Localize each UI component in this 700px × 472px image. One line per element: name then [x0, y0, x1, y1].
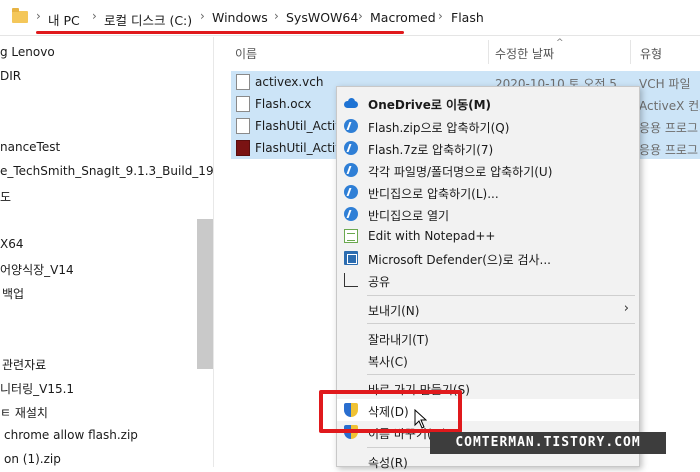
bandizip-icon: [344, 141, 358, 155]
menu-item-bandizip-compress[interactable]: 반디집으로 압축하기(L)...: [337, 181, 639, 203]
nav-item[interactable]: ㅌ 재설치: [0, 404, 48, 422]
file-type: VCH 파일: [639, 77, 691, 91]
mouse-cursor-icon: [414, 408, 428, 432]
file-name: FlashUtil_Activ: [255, 119, 343, 133]
nav-item[interactable]: nanceTest: [0, 140, 60, 158]
nav-item[interactable]: 니터링_V15.1: [0, 380, 74, 398]
column-divider[interactable]: [488, 40, 489, 64]
breadcrumb-macromed[interactable]: Macromed: [370, 10, 436, 25]
nav-scrollbar-thumb[interactable]: [197, 219, 213, 369]
ocx-icon: [236, 96, 250, 112]
column-header-name[interactable]: 이름: [235, 45, 257, 62]
breadcrumb-windows[interactable]: Windows: [212, 10, 268, 25]
menu-item-zip[interactable]: Flash.zip으로 압축하기(Q): [337, 115, 639, 137]
menu-divider: [367, 323, 635, 324]
chevron-right-icon: ›: [92, 9, 97, 23]
delete-highlight-box: [319, 390, 462, 433]
chevron-right-icon: ›: [438, 9, 443, 23]
nav-item[interactable]: DIR: [0, 69, 21, 87]
menu-item-label: 속성(R): [368, 456, 408, 470]
menu-item-label: Flash.7z로 압축하기(7): [368, 143, 494, 157]
menu-item-label: 각각 파일명/폴더명으로 압축하기(U): [368, 165, 553, 179]
file-name: activex.vch: [255, 75, 324, 89]
menu-item-label: Microsoft Defender(으)로 검사...: [368, 253, 551, 267]
chevron-right-icon: ›: [200, 9, 205, 23]
breadcrumb-this-pc[interactable]: 내 PC: [48, 10, 80, 29]
nav-item[interactable]: 관련자료: [2, 356, 46, 374]
chevron-right-icon: ›: [623, 301, 629, 316]
share-icon: [344, 273, 358, 287]
menu-item-label: 잘라내기(T): [368, 333, 429, 347]
file-icon: [236, 118, 250, 134]
file-type: ActiveX 컨트: [639, 99, 700, 113]
menu-item-label: 공유: [368, 275, 391, 289]
nav-item[interactable]: 백업: [2, 285, 24, 303]
menu-item-copy[interactable]: 복사(C): [337, 349, 639, 371]
folder-icon: [12, 8, 28, 23]
menu-item-cut[interactable]: 잘라내기(T): [337, 327, 639, 349]
menu-divider: [367, 374, 635, 375]
file-type: 응용 프로그: [639, 143, 699, 157]
breadcrumb-flash[interactable]: Flash: [451, 10, 484, 25]
defender-icon: [344, 251, 358, 265]
column-divider[interactable]: [630, 40, 631, 64]
chevron-right-icon: ›: [274, 9, 279, 23]
breadcrumb-local-disk[interactable]: 로컬 디스크 (C:): [104, 10, 192, 29]
menu-item-7z[interactable]: Flash.7z로 압축하기(7): [337, 137, 639, 159]
nav-item[interactable]: on (1).zip: [4, 452, 61, 467]
menu-item-label: Flash.zip으로 압축하기(Q): [368, 121, 510, 135]
menu-item-defender[interactable]: Microsoft Defender(으)로 검사...: [337, 247, 639, 269]
file-icon: [236, 74, 250, 90]
bandizip-icon: [344, 119, 358, 133]
bandizip-icon: [344, 207, 358, 221]
address-highlight-underline: [36, 31, 404, 34]
nav-item[interactable]: chrome allow flash.zip: [4, 428, 138, 446]
sort-caret-icon: ^: [556, 38, 564, 48]
menu-item-compress-each[interactable]: 각각 파일명/폴더명으로 압축하기(U): [337, 159, 639, 181]
file-name: FlashUtil_Activ: [255, 141, 343, 155]
column-header-date[interactable]: 수정한 날짜: [495, 45, 554, 62]
navigation-pane[interactable]: g Lenovo DIR nanceTest e_TechSmith_SnagI…: [0, 37, 214, 467]
menu-item-share[interactable]: 공유: [337, 269, 639, 291]
column-header-type[interactable]: 유형: [640, 45, 662, 62]
onedrive-icon: [344, 96, 358, 110]
watermark: COMTERMAN.TISTORY.COM: [430, 432, 666, 454]
nav-item[interactable]: 어양식장_V14: [0, 261, 74, 279]
menu-item-send-to[interactable]: 보내기(N) ›: [337, 298, 639, 320]
flash-icon: [236, 140, 250, 156]
menu-item-label: 반디집으로 열기: [368, 209, 450, 223]
chevron-right-icon: ›: [36, 9, 41, 23]
menu-item-label: 보내기(N): [368, 304, 420, 318]
nav-item[interactable]: g Lenovo: [0, 45, 55, 63]
menu-item-onedrive[interactable]: OneDrive로 이동(M): [337, 92, 639, 114]
nav-item[interactable]: e_TechSmith_SnagIt_9.1.3_Build_19K: [0, 164, 213, 182]
menu-divider: [367, 295, 635, 296]
menu-item-label: Edit with Notepad++: [368, 229, 496, 243]
notepad-icon: [344, 229, 358, 243]
file-name: Flash.ocx: [255, 97, 312, 111]
menu-item-bandizip-open[interactable]: 반디집으로 열기: [337, 203, 639, 225]
menu-item-label: 복사(C): [368, 355, 408, 369]
file-type: 응용 프로그: [639, 121, 699, 135]
breadcrumb-syswow64[interactable]: SysWOW64: [286, 10, 358, 25]
menu-item-label: 반디집으로 압축하기(L)...: [368, 187, 499, 201]
bandizip-icon: [344, 163, 358, 177]
nav-item[interactable]: 도: [0, 188, 11, 206]
bandizip-icon: [344, 185, 358, 199]
nav-item[interactable]: X64: [0, 237, 24, 255]
chevron-right-icon: ›: [358, 9, 363, 23]
menu-item-label: OneDrive로 이동(M): [368, 98, 492, 112]
menu-item-notepad[interactable]: Edit with Notepad++: [337, 225, 639, 247]
